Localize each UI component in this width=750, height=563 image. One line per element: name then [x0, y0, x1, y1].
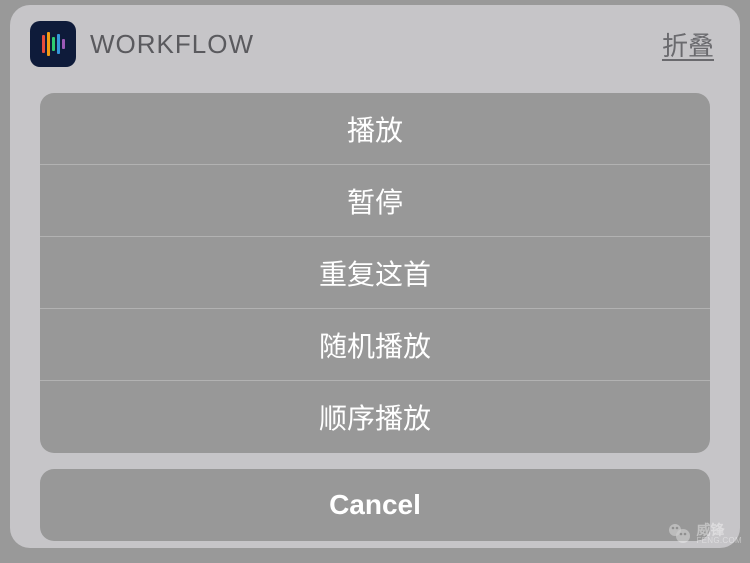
app-title: WORKFLOW: [90, 29, 254, 60]
option-pause[interactable]: 暂停: [40, 165, 710, 237]
option-play[interactable]: 播放: [40, 93, 710, 165]
header-left: WORKFLOW: [30, 21, 254, 67]
cancel-button[interactable]: Cancel: [40, 469, 710, 541]
option-shuffle[interactable]: 随机播放: [40, 309, 710, 381]
workflow-widget: WORKFLOW 折叠 播放 暂停 重复这首 随机播放 顺序播放 Cancel: [10, 5, 740, 548]
option-repeat-this[interactable]: 重复这首: [40, 237, 710, 309]
collapse-link[interactable]: 折叠: [662, 26, 714, 63]
widget-content: 播放 暂停 重复这首 随机播放 顺序播放 Cancel: [10, 79, 740, 563]
widget-header: WORKFLOW 折叠: [10, 5, 740, 79]
workflow-app-icon: [30, 21, 76, 67]
option-list: 播放 暂停 重复这首 随机播放 顺序播放: [40, 93, 710, 453]
option-sequential[interactable]: 顺序播放: [40, 381, 710, 453]
